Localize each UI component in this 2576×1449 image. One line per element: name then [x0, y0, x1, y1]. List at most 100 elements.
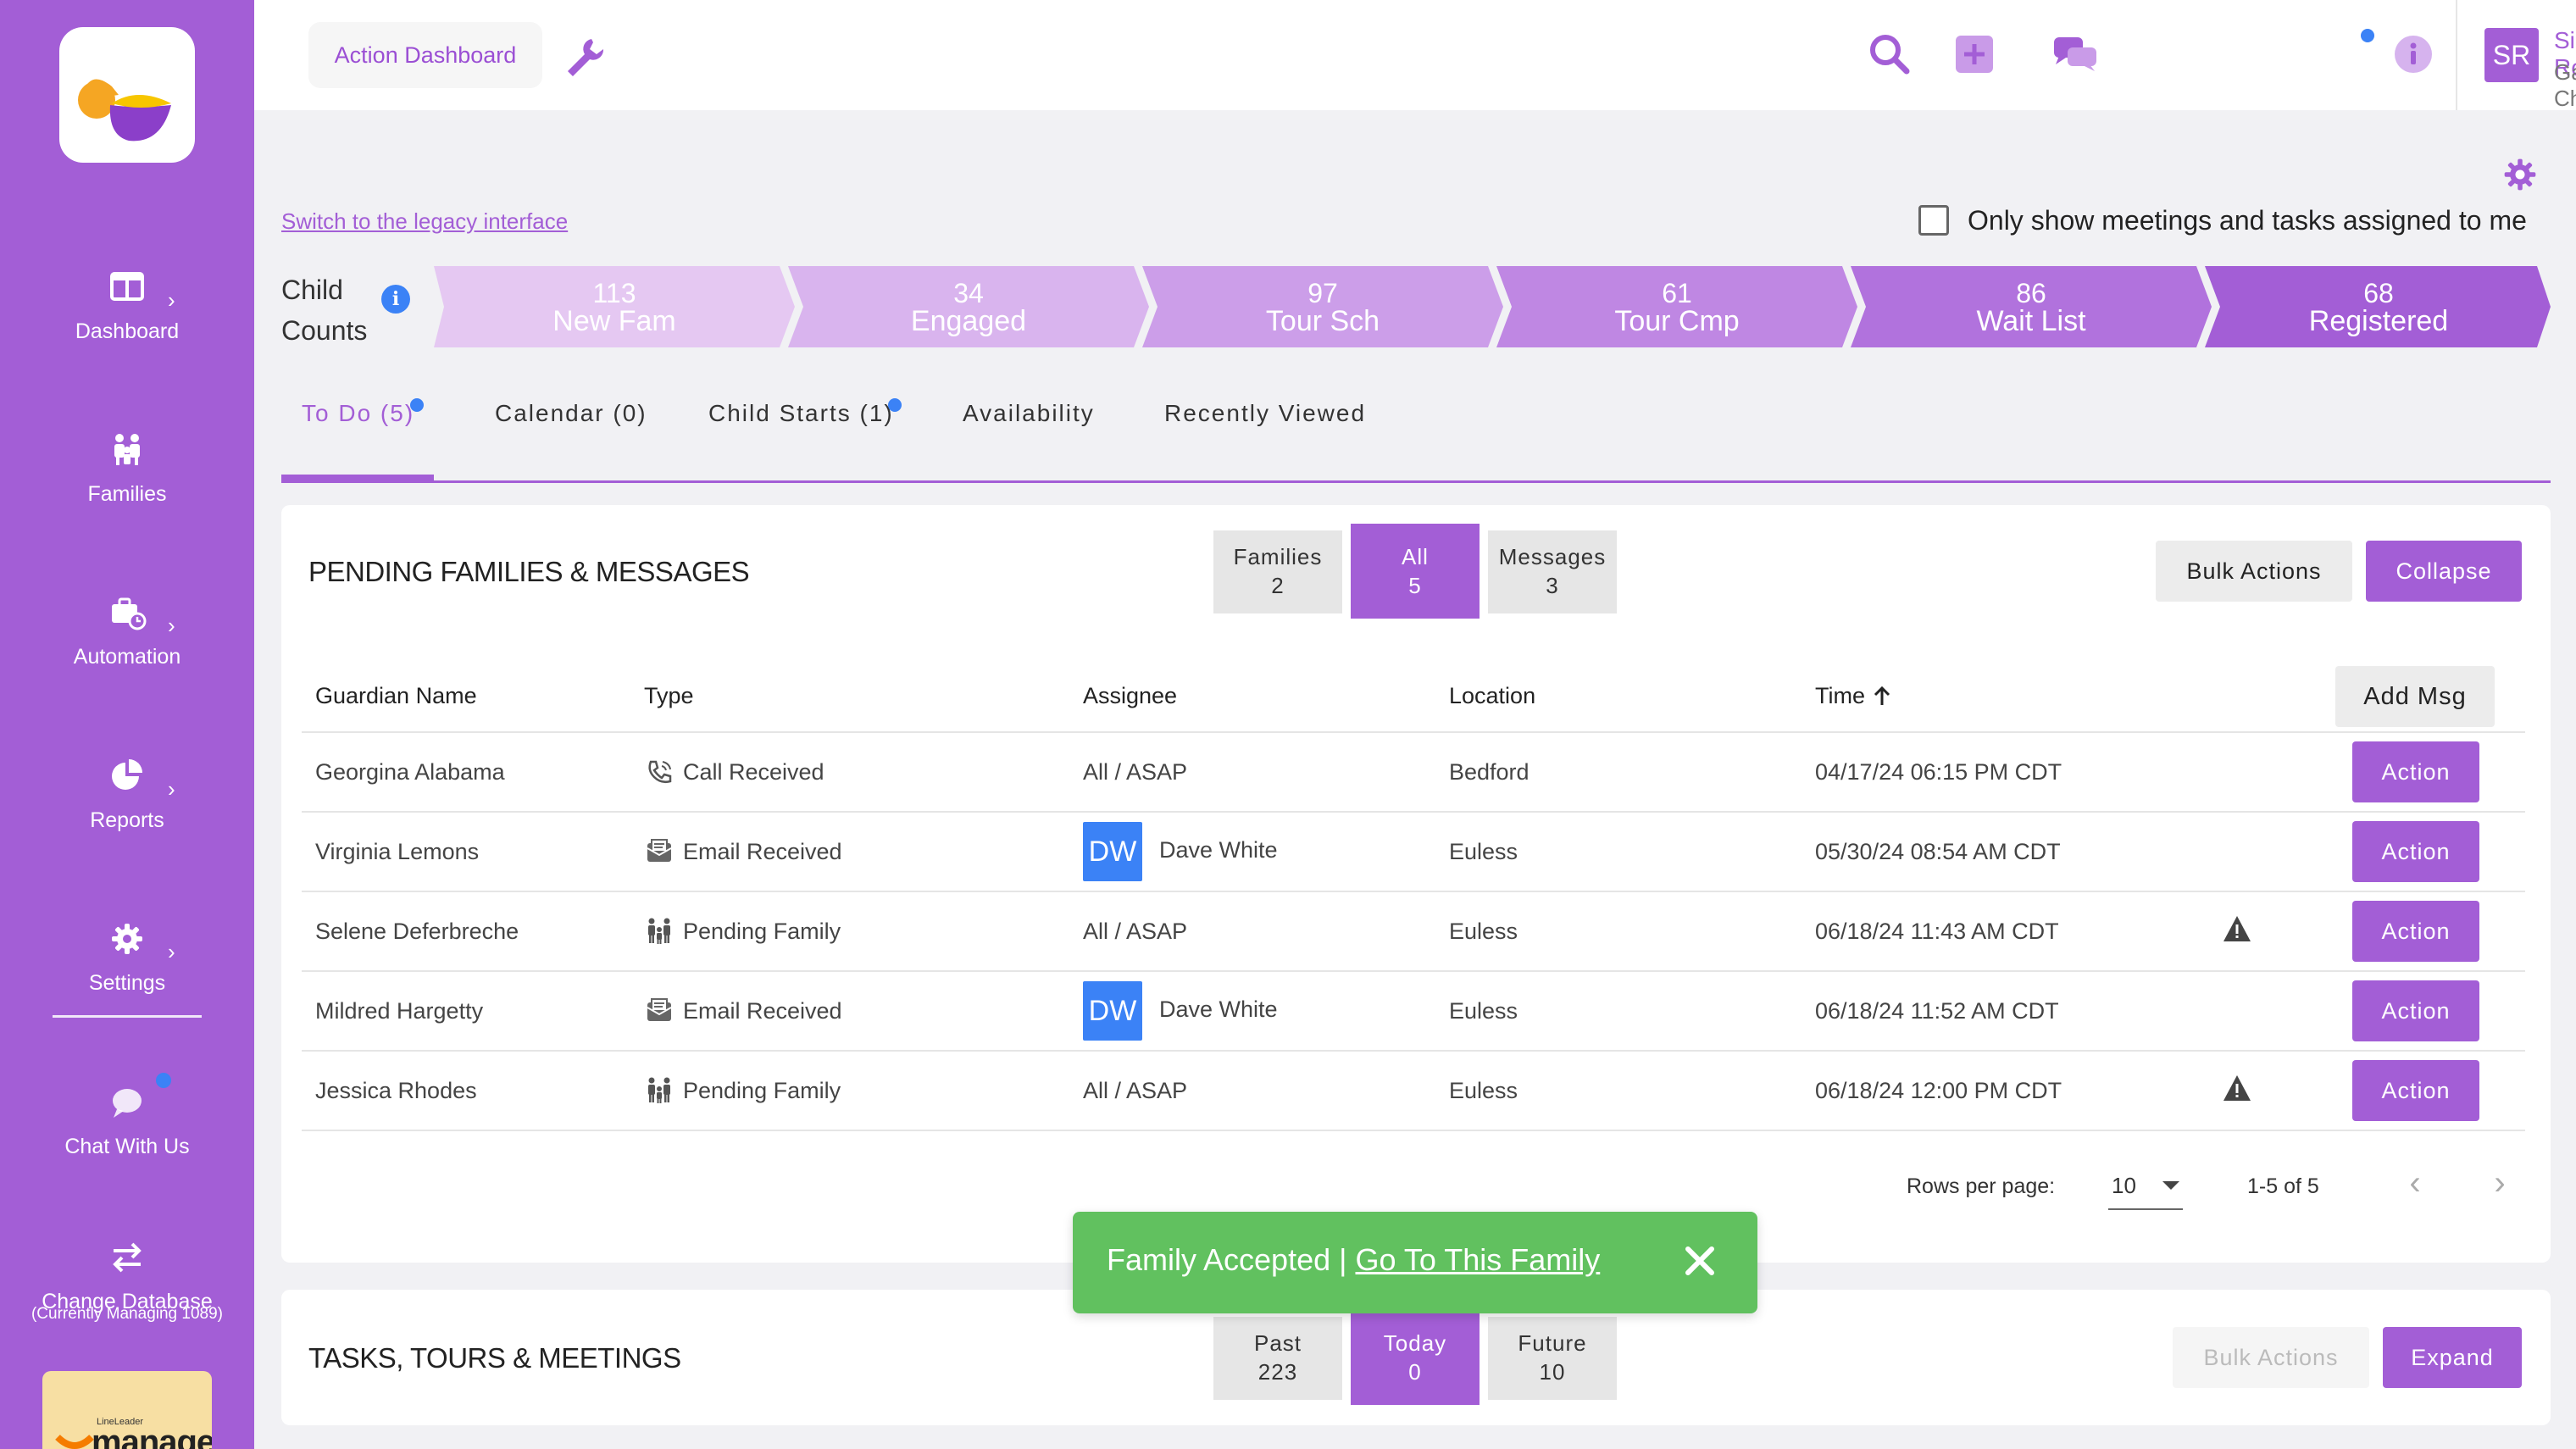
dashboard-tabs: To Do (5) Calendar (0) Child Starts (1) … — [281, 390, 2551, 483]
funnel-step-wait-list[interactable]: 86 Wait List — [1851, 266, 2212, 347]
sidebar-item-settings[interactable]: › Settings — [0, 902, 254, 1029]
funnel-step-new-fam[interactable]: 113 New Fam — [434, 266, 795, 347]
action-button[interactable]: Action — [2352, 741, 2479, 802]
table-row[interactable]: Virginia Lemons Email Received DW Dave Whit… — [302, 812, 2525, 892]
column-header-time-cell[interactable]: Time — [1802, 661, 2208, 733]
search-icon[interactable] — [1864, 29, 1915, 80]
assignee-cell[interactable]: All / ASAP — [1069, 891, 1435, 972]
pending-families-card: PENDING FAMILIES & MESSAGES Families 2 A… — [281, 505, 2551, 1263]
action-cell: Action — [2335, 812, 2525, 892]
assignee-cell[interactable]: All / ASAP — [1069, 1051, 1435, 1131]
filter-today-button[interactable]: Today 0 — [1351, 1310, 1480, 1405]
guardian-name-cell[interactable]: Selene Deferbreche — [302, 891, 630, 972]
guardian-name-cell[interactable]: Virginia Lemons — [302, 812, 630, 892]
previous-page-icon[interactable]: ‹ — [2398, 1166, 2432, 1203]
funnel-step-registered[interactable]: 68 Registered — [2205, 266, 2552, 347]
action-button[interactable]: Action — [2352, 821, 2479, 882]
assigned-to-me-filter[interactable]: Only show meetings and tasks assigned to… — [1918, 202, 2527, 239]
filter-messages-button[interactable]: Messages 3 — [1488, 530, 1617, 613]
funnel-step-tour-sch[interactable]: 97 Tour Sch — [1142, 266, 1503, 347]
assigned-to-me-checkbox[interactable] — [1918, 205, 1949, 236]
info-icon[interactable] — [2388, 29, 2439, 80]
action-button[interactable]: Action — [2352, 980, 2479, 1041]
warning-cell — [2208, 1051, 2335, 1131]
column-header-guardian[interactable]: Guardian Name — [302, 661, 630, 733]
phone-call-icon — [648, 760, 672, 784]
expand-button[interactable]: Expand — [2383, 1327, 2522, 1388]
sidebar-item-label: Automation — [73, 645, 181, 669]
filter-count: 2 — [1271, 573, 1285, 598]
funnel-step-tour-cmp[interactable]: 61 Tour Cmp — [1496, 266, 1857, 347]
assignee-cell[interactable]: DW Dave White — [1069, 971, 1435, 1052]
funnel-step-engaged[interactable]: 34 Engaged — [788, 266, 1149, 347]
next-page-icon[interactable]: › — [2483, 1166, 2517, 1203]
location-cell: Bedford — [1435, 732, 1802, 813]
sidebar-item-families[interactable]: Families — [0, 413, 254, 540]
add-msg-button[interactable]: Add Msg — [2335, 665, 2495, 727]
child-counts-info-icon[interactable]: i — [381, 285, 410, 314]
table-row[interactable]: Georgina Alabama Call Received All / ASAP B… — [302, 732, 2525, 813]
breadcrumb[interactable]: Action Dashboard — [308, 22, 542, 88]
action-button[interactable]: Action — [2352, 1060, 2479, 1121]
tab-to-do[interactable]: To Do (5) — [302, 400, 414, 451]
assignee-cell[interactable]: All / ASAP — [1069, 732, 1435, 813]
chat-bubble-icon — [113, 1089, 142, 1118]
add-icon[interactable] — [1949, 29, 2000, 80]
column-header-assignee[interactable]: Assignee — [1069, 661, 1435, 733]
table-row[interactable]: Selene Deferbreche Pending Family All / AS… — [302, 891, 2525, 972]
filter-label: Today — [1383, 1330, 1447, 1356]
warning-cell — [2208, 732, 2335, 813]
sidebar-item-dashboard[interactable]: › Dashboard — [0, 250, 254, 377]
guardian-name-cell[interactable]: Jessica Rhodes — [302, 1051, 630, 1131]
type-cell: Email Received — [630, 812, 1069, 892]
action-cell: Action — [2335, 1051, 2525, 1131]
sidebar: › Dashboard Families › Automation › Repo… — [0, 0, 254, 1449]
filter-future-button[interactable]: Future 10 — [1488, 1317, 1617, 1400]
assignee-avatar: DW — [1083, 981, 1142, 1041]
filter-all-button[interactable]: All 5 — [1351, 524, 1480, 619]
pie-chart-icon — [112, 759, 142, 790]
sidebar-item-label: Settings — [88, 971, 166, 995]
swap-arrows-icon — [113, 1242, 142, 1273]
tab-calendar[interactable]: Calendar (0) — [495, 400, 647, 451]
dashboard-settings-gear-icon[interactable] — [2501, 156, 2539, 193]
legacy-interface-link[interactable]: Switch to the legacy interface — [281, 208, 568, 235]
messages-icon[interactable] — [2051, 29, 2101, 80]
location-cell: Euless — [1435, 812, 1802, 892]
tab-child-starts[interactable]: Child Starts (1) — [708, 400, 894, 451]
brand-card[interactable]: LineLeader manage — [42, 1371, 212, 1449]
assignee-name: All / ASAP — [1083, 918, 1188, 944]
filter-past-button[interactable]: Past 223 — [1213, 1317, 1342, 1400]
sidebar-item-chat[interactable]: Chat With Us — [0, 1065, 254, 1192]
guardian-name-cell[interactable]: Mildred Hargetty — [302, 971, 630, 1052]
table-row[interactable]: Mildred Hargetty Email Received DW Dave Whi… — [302, 971, 2525, 1052]
user-avatar[interactable]: SR — [2484, 28, 2539, 82]
tasks-bulk-actions-button[interactable]: Bulk Actions — [2173, 1327, 2369, 1388]
time-cell: 06/18/24 11:52 AM CDT — [1802, 971, 2208, 1052]
rows-per-page-select[interactable]: 10 — [2108, 1161, 2183, 1210]
close-icon[interactable] — [1674, 1235, 1725, 1286]
sidebar-item-label: Families — [87, 482, 167, 506]
assignee-cell[interactable]: DW Dave White — [1069, 812, 1435, 892]
tab-recently-viewed[interactable]: Recently Viewed — [1164, 400, 1366, 451]
action-button[interactable]: Action — [2352, 901, 2479, 962]
type-label: Call Received — [683, 758, 824, 785]
wrench-icon[interactable] — [561, 32, 608, 80]
sidebar-item-reports[interactable]: › Reports — [0, 739, 254, 866]
sidebar-item-automation[interactable]: › Automation — [0, 575, 254, 702]
column-header-type[interactable]: Type — [630, 661, 1069, 733]
table-row[interactable]: Jessica Rhodes Pending Family All / ASAP Eu… — [302, 1051, 2525, 1131]
guardian-name-cell[interactable]: Georgina Alabama — [302, 732, 630, 813]
column-header-location[interactable]: Location — [1435, 661, 1802, 733]
filter-families-button[interactable]: Families 2 — [1213, 530, 1342, 613]
collapse-button[interactable]: Collapse — [2366, 541, 2522, 602]
app-logo[interactable] — [59, 27, 195, 163]
column-header-warning — [2208, 661, 2335, 733]
time-cell: 06/18/24 11:43 AM CDT — [1802, 891, 2208, 972]
toast-message: Family Accepted | Go To This Family — [1107, 1242, 1600, 1278]
sidebar-item-change-database[interactable]: Change Database — [0, 1220, 254, 1347]
go-to-family-link[interactable]: Go To This Family — [1355, 1242, 1600, 1277]
tab-availability[interactable]: Availability — [963, 400, 1095, 451]
family-icon — [648, 1077, 670, 1103]
bulk-actions-button[interactable]: Bulk Actions — [2156, 541, 2352, 602]
